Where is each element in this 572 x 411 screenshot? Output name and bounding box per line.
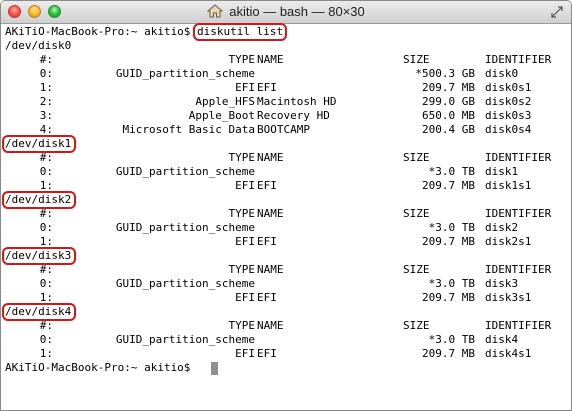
header-name: NAME bbox=[257, 151, 284, 164]
header-name: NAME bbox=[257, 53, 284, 66]
partition-identifier: disk4 bbox=[485, 333, 519, 346]
disk-device: /dev/disk0 bbox=[5, 39, 72, 52]
partition-size: 200.4 GB bbox=[422, 123, 475, 136]
partition-size: 209.7 MB bbox=[422, 179, 475, 192]
disk-device: /dev/disk1 bbox=[5, 137, 72, 150]
final-prompt: AKiTiO-MacBook-Pro:~ akitio$ bbox=[5, 361, 191, 374]
disk-device: /dev/disk2 bbox=[5, 193, 72, 206]
partition-identifier: disk4s1 bbox=[485, 347, 532, 360]
partition-identifier: disk0s1 bbox=[485, 81, 532, 94]
command-text: diskutil list bbox=[196, 25, 284, 38]
partition-size: 209.7 MB bbox=[422, 235, 475, 248]
header-identifier: IDENTIFIER bbox=[485, 319, 552, 332]
partition-identifier: disk3 bbox=[485, 277, 519, 290]
partition-size: 209.7 MB bbox=[422, 347, 475, 360]
partition-size: 209.7 MB bbox=[422, 81, 475, 94]
header-size: SIZE bbox=[403, 319, 430, 332]
disk-device: /dev/disk3 bbox=[5, 249, 72, 262]
header-identifier: IDENTIFIER bbox=[485, 207, 552, 220]
terminal-window: akitio — bash — 80×30 AKiTiO-MacBook-Pro… bbox=[0, 0, 572, 411]
partition-size: *3.0 TB bbox=[428, 277, 475, 290]
partition-identifier: disk0 bbox=[485, 67, 519, 80]
partition-identifier: disk1s1 bbox=[485, 179, 532, 192]
header-name: NAME bbox=[257, 263, 284, 276]
header-identifier: IDENTIFIER bbox=[485, 53, 552, 66]
header-size: SIZE bbox=[403, 263, 430, 276]
terminal-output[interactable]: AKiTiO-MacBook-Pro:~ akitio$ diskutil li… bbox=[2, 23, 565, 409]
header-identifier: IDENTIFIER bbox=[485, 263, 552, 276]
partition-identifier: disk1 bbox=[485, 165, 519, 178]
partition-identifier: disk0s3 bbox=[485, 109, 532, 122]
header-size: SIZE bbox=[403, 53, 430, 66]
partition-identifier: disk2s1 bbox=[485, 235, 532, 248]
header-type: TYPE bbox=[228, 263, 256, 276]
prompt-text: AKiTiO-MacBook-Pro:~ akitio$ bbox=[5, 25, 198, 38]
partition-size: 209.7 MB bbox=[422, 291, 475, 304]
home-icon bbox=[207, 4, 224, 18]
partition-size: *500.3 GB bbox=[415, 67, 475, 80]
header-type: TYPE bbox=[228, 207, 256, 220]
disk-device: /dev/disk4 bbox=[5, 305, 72, 318]
partition-identifier: disk3s1 bbox=[485, 291, 532, 304]
fullscreen-icon[interactable] bbox=[551, 6, 563, 18]
header-type: TYPE bbox=[228, 319, 256, 332]
partition-identifier: disk0s2 bbox=[485, 95, 532, 108]
window-title: akitio — bash — 80×30 bbox=[229, 4, 365, 19]
partition-size: 650.0 MB bbox=[422, 109, 475, 122]
partition-identifier: disk0s4 bbox=[485, 123, 532, 136]
header-name: NAME bbox=[257, 319, 284, 332]
partition-size: *3.0 TB bbox=[428, 165, 475, 178]
header-identifier: IDENTIFIER bbox=[485, 151, 552, 164]
text-cursor bbox=[211, 362, 218, 375]
partition-identifier: disk2 bbox=[485, 221, 519, 234]
title-bar[interactable]: akitio — bash — 80×30 bbox=[1, 1, 571, 24]
window-title-container: akitio — bash — 80×30 bbox=[1, 1, 571, 23]
header-type: TYPE bbox=[228, 53, 256, 66]
header-size: SIZE bbox=[403, 207, 430, 220]
partition-size: 299.0 GB bbox=[422, 95, 475, 108]
header-size: SIZE bbox=[403, 151, 430, 164]
partition-size: *3.0 TB bbox=[428, 221, 475, 234]
header-name: NAME bbox=[257, 207, 284, 220]
header-type: TYPE bbox=[228, 151, 256, 164]
partition-size: *3.0 TB bbox=[428, 333, 475, 346]
